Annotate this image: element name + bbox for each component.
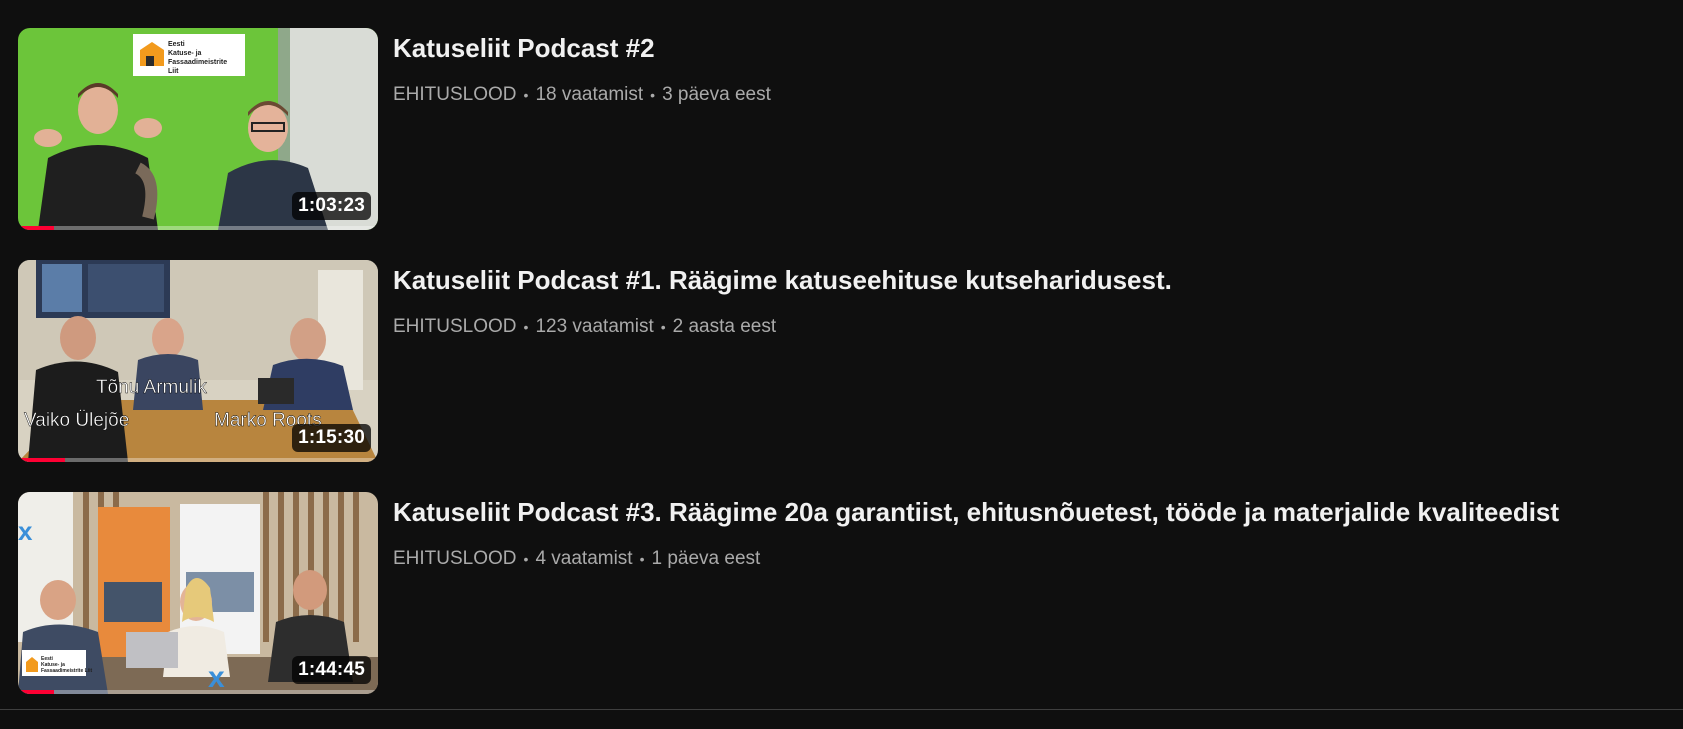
svg-text:Eesti: Eesti: [168, 41, 185, 48]
channel-name[interactable]: EHITUSLOOD: [393, 316, 517, 338]
channel-name[interactable]: EHITUSLOOD: [393, 84, 517, 106]
svg-text:Fassaadimeistrite Liit: Fassaadimeistrite Liit: [41, 668, 92, 674]
view-count: 4 vaatamist: [535, 548, 633, 569]
video-info-line: EHITUSLOOD • 123 vaatamist • 2 aasta ees…: [393, 316, 1172, 338]
separator-dot: •: [650, 87, 656, 103]
upload-age: 1 päeva eest: [651, 548, 761, 569]
watch-progress-fill: [18, 690, 54, 694]
name-label-vaiko: Vaiko Ülejõe: [24, 410, 129, 431]
video-thumbnail[interactable]: Eesti Katuse- ja Fassaadimeistrite Liit …: [18, 492, 378, 694]
video-title[interactable]: Katuseliit Podcast #1. Räägime katuseehi…: [393, 264, 1172, 296]
video-title[interactable]: Katuseliit Podcast #3. Räägime 20a garan…: [393, 496, 1559, 528]
video-meta: Katuseliit Podcast #3. Räägime 20a garan…: [393, 492, 1559, 694]
bottom-divider: [0, 709, 1683, 710]
video-meta: Katuseliit Podcast #1. Räägime katuseehi…: [393, 260, 1172, 462]
video-meta: Katuseliit Podcast #2 EHITUSLOOD • 18 va…: [393, 28, 771, 230]
video-info-line: EHITUSLOOD • 18 vaatamist • 3 päeva eest: [393, 84, 771, 106]
video-thumbnail[interactable]: Eesti Katuse- ja Fassaadimeistrite Liit: [18, 28, 378, 230]
watch-progress-bar: [18, 226, 378, 230]
video-item-3[interactable]: Eesti Katuse- ja Fassaadimeistrite Liit …: [18, 492, 1658, 694]
watch-progress-fill: [18, 458, 65, 462]
svg-text:Fassaadimeistrite: Fassaadimeistrite: [168, 59, 227, 66]
view-count: 123 vaatamist: [535, 316, 654, 337]
separator-dot: •: [660, 319, 666, 335]
separator-dot: •: [523, 87, 529, 103]
svg-text:Katuse- ja: Katuse- ja: [168, 50, 202, 57]
upload-age: 3 päeva eest: [662, 84, 771, 105]
video-list: Eesti Katuse- ja Fassaadimeistrite Liit: [0, 0, 1683, 729]
duration-badge: 1:03:23: [292, 192, 371, 220]
duration-badge: 1:15:30: [292, 424, 371, 452]
watch-progress-fill: [18, 226, 54, 230]
name-label-tonu: Tõnu Armulik: [96, 377, 207, 398]
video-info-line: EHITUSLOOD • 4 vaatamist • 1 päeva eest: [393, 548, 1559, 570]
view-count: 18 vaatamist: [535, 84, 644, 105]
upload-age: 2 aasta eest: [672, 316, 777, 337]
watch-progress-bar: [18, 458, 378, 462]
video-title[interactable]: Katuseliit Podcast #2: [393, 32, 771, 64]
separator-dot: •: [639, 551, 645, 567]
separator-dot: •: [523, 319, 529, 335]
watch-progress-bar: [18, 690, 378, 694]
separator-dot: •: [523, 551, 529, 567]
svg-text:Liit: Liit: [168, 68, 179, 75]
brand-x-mark: x: [18, 516, 33, 546]
channel-name[interactable]: EHITUSLOOD: [393, 548, 517, 570]
video-item-1[interactable]: Eesti Katuse- ja Fassaadimeistrite Liit: [18, 28, 1658, 230]
video-thumbnail[interactable]: Tõnu Armulik Vaiko Ülejõe Marko Roots 1:…: [18, 260, 378, 462]
duration-badge: 1:44:45: [292, 656, 371, 684]
video-item-2[interactable]: Tõnu Armulik Vaiko Ülejõe Marko Roots 1:…: [18, 260, 1658, 462]
